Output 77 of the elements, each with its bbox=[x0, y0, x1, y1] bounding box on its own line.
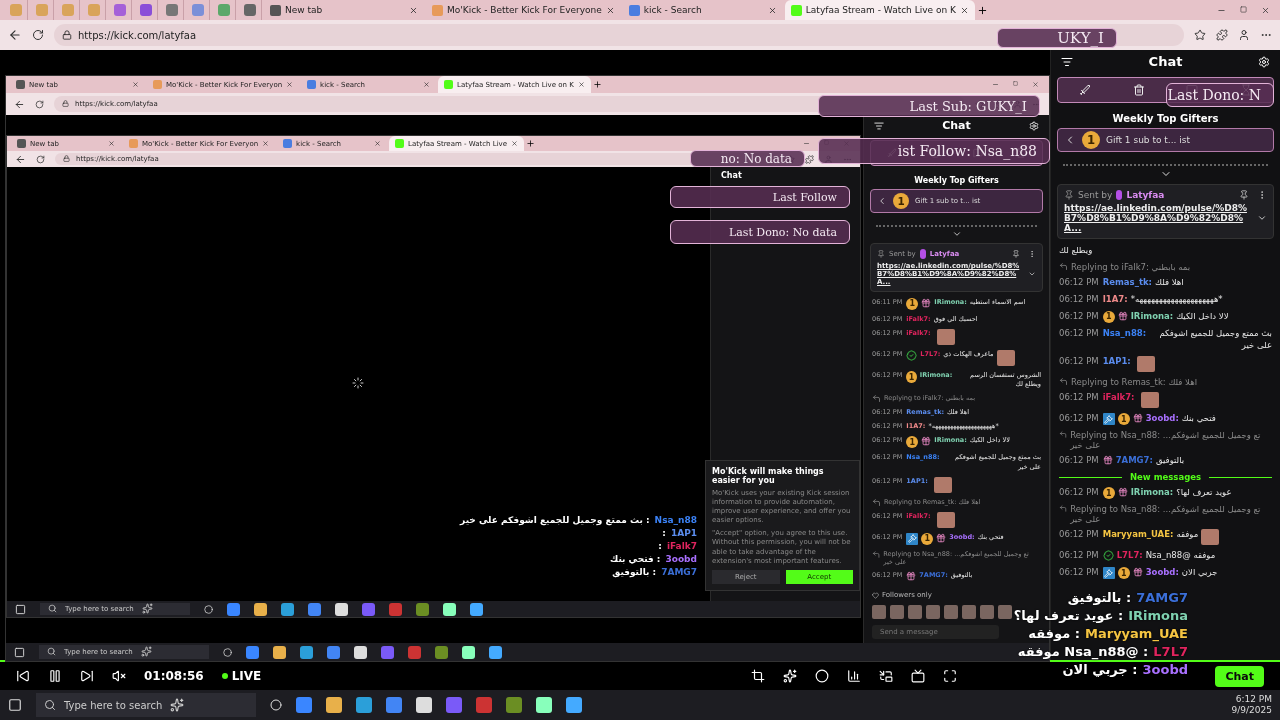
message-time: 06:12 PM bbox=[1059, 529, 1099, 542]
message-text: اهلا فلك bbox=[1155, 276, 1184, 289]
overlay-message: : بث ممتع وجميل للجميع اشوفكم على خير bbox=[460, 515, 650, 525]
message-text: عويد تعرف لها؟ bbox=[1176, 487, 1232, 500]
chat-title: Chat bbox=[942, 119, 971, 132]
overlay-username: 3oobd bbox=[1142, 662, 1188, 677]
alert-toast: Last Dono: No data bbox=[670, 220, 850, 244]
overlay-message: : موفقه bbox=[1028, 626, 1080, 641]
overlay-username: iFalk7 bbox=[666, 541, 697, 551]
reply-context: Replying to Nsa_n88: ...تع وجميل للجميع اشوفكم على خير bbox=[1070, 504, 1262, 525]
chat-title: Chat bbox=[721, 171, 742, 180]
overlay-username: Nsa_n88 bbox=[654, 515, 697, 525]
gifters-title: Weekly Top Gifters bbox=[1111, 113, 1220, 124]
overlay-message: : فتحي بنك bbox=[610, 554, 661, 564]
reply-context: Replying to Remas_tk: اهلا فلك bbox=[1071, 377, 1198, 388]
message-time: 06:12 PM bbox=[1059, 487, 1099, 500]
overlay-username: 7AMG7 bbox=[661, 567, 697, 577]
message-time: 06:12 PM bbox=[1059, 550, 1099, 563]
message-text: بث ممتع وجميل للجميع اشوفكم على خير bbox=[1158, 327, 1272, 352]
subscriber-badge: 1 bbox=[1117, 567, 1130, 580]
rank-badge: 1 bbox=[893, 193, 909, 209]
clock-date: 9/9/2025 bbox=[1231, 705, 1272, 716]
alert-toast: Last Dono: N bbox=[1166, 83, 1274, 107]
message-time: 06:12 PM bbox=[1059, 276, 1099, 289]
message-text: موفقه @Nsa_n88 bbox=[1145, 550, 1216, 563]
subscriber-badge: 1 bbox=[906, 436, 919, 449]
overlay-message: : bbox=[662, 528, 666, 538]
subscriber-badge: 1 bbox=[1117, 413, 1130, 426]
reply-context: Replying to Nsa_n88: ...تع وجميل للجميع اشوفكم على خير bbox=[1070, 430, 1262, 451]
message-text: فتحي بنك bbox=[1181, 413, 1216, 426]
message-time: 06:12 PM bbox=[1059, 392, 1099, 405]
chat-title: Chat bbox=[1148, 54, 1183, 69]
gifters-title: Weekly Top Gifters bbox=[913, 176, 1000, 185]
subscriber-badge: 1 bbox=[1102, 310, 1115, 323]
message-text: لالا داخل الكيك bbox=[1176, 310, 1229, 323]
overlay-username: L7L7 bbox=[1153, 644, 1188, 659]
alert-toast: Last Sub: GUKY_I bbox=[818, 95, 1040, 117]
message-text: موفقه bbox=[1176, 529, 1199, 542]
rank-badge: 1 bbox=[1082, 131, 1100, 149]
overlay-username: 7AMG7 bbox=[1136, 590, 1188, 605]
subscriber-badge: 1 bbox=[921, 532, 934, 545]
overlay-message: : @Nsa_n88 موفقه bbox=[1017, 644, 1149, 659]
alert-toast: Last Follow bbox=[670, 186, 850, 208]
message-time: 06:12 PM bbox=[1059, 310, 1099, 323]
message-text: بالتوفيق bbox=[1155, 455, 1185, 468]
message-time: 06:12 PM bbox=[1059, 567, 1099, 580]
popup-title: Mo'Kick will make things easier for you bbox=[712, 467, 825, 485]
message-time: 06:12 PM bbox=[1059, 356, 1099, 369]
overlay-message: : عويد تعرف لها؟ bbox=[1013, 608, 1124, 623]
message-time: 06:12 PM bbox=[1059, 327, 1099, 340]
gifter-text: Gift 1 sub to t... ist bbox=[1106, 135, 1190, 145]
overlay-username: 1AP1 bbox=[670, 528, 697, 538]
alert-toast: UKY_I bbox=[997, 28, 1117, 48]
message-time: 06:12 PM bbox=[1059, 293, 1099, 306]
sent-by-label: Sent by bbox=[1078, 190, 1113, 200]
subscriber-badge: 1 bbox=[906, 371, 917, 384]
message-text: *ههههههههههههههههههههه* bbox=[1130, 293, 1223, 306]
message-text: ويطلع لك bbox=[1059, 245, 1093, 257]
overlay-username: 3oobd bbox=[665, 554, 697, 564]
overlay-message: : bbox=[658, 541, 662, 551]
overlay-message: : بالتوفيق bbox=[1067, 590, 1132, 605]
stream-time: 01:08:56 bbox=[144, 669, 204, 683]
overlay-username: IRimona bbox=[1128, 608, 1188, 623]
overlay-message: : بالتوفيق bbox=[612, 567, 657, 577]
overlay-username: Maryyam_UAE bbox=[1085, 626, 1188, 641]
message-text: جربي الان bbox=[1181, 567, 1218, 580]
subscriber-badge: 1 bbox=[906, 298, 919, 310]
alert-toast: no: No data bbox=[690, 150, 805, 167]
overlay-message: : جربي الان bbox=[1062, 662, 1138, 677]
alert-toast: ist Follow: Nsa_n88 bbox=[818, 138, 1050, 164]
message-time: 06:12 PM bbox=[1059, 455, 1099, 468]
reply-context: Replying to iFalk7: بمه بابطني bbox=[1071, 261, 1191, 272]
clock-time: 6:12 PM bbox=[1235, 694, 1272, 705]
subscriber-badge: 1 bbox=[1102, 487, 1115, 500]
new-messages-divider: New messages bbox=[1129, 472, 1202, 483]
live-indicator: LIVE bbox=[221, 669, 262, 683]
message-time: 06:12 PM bbox=[1059, 413, 1099, 426]
